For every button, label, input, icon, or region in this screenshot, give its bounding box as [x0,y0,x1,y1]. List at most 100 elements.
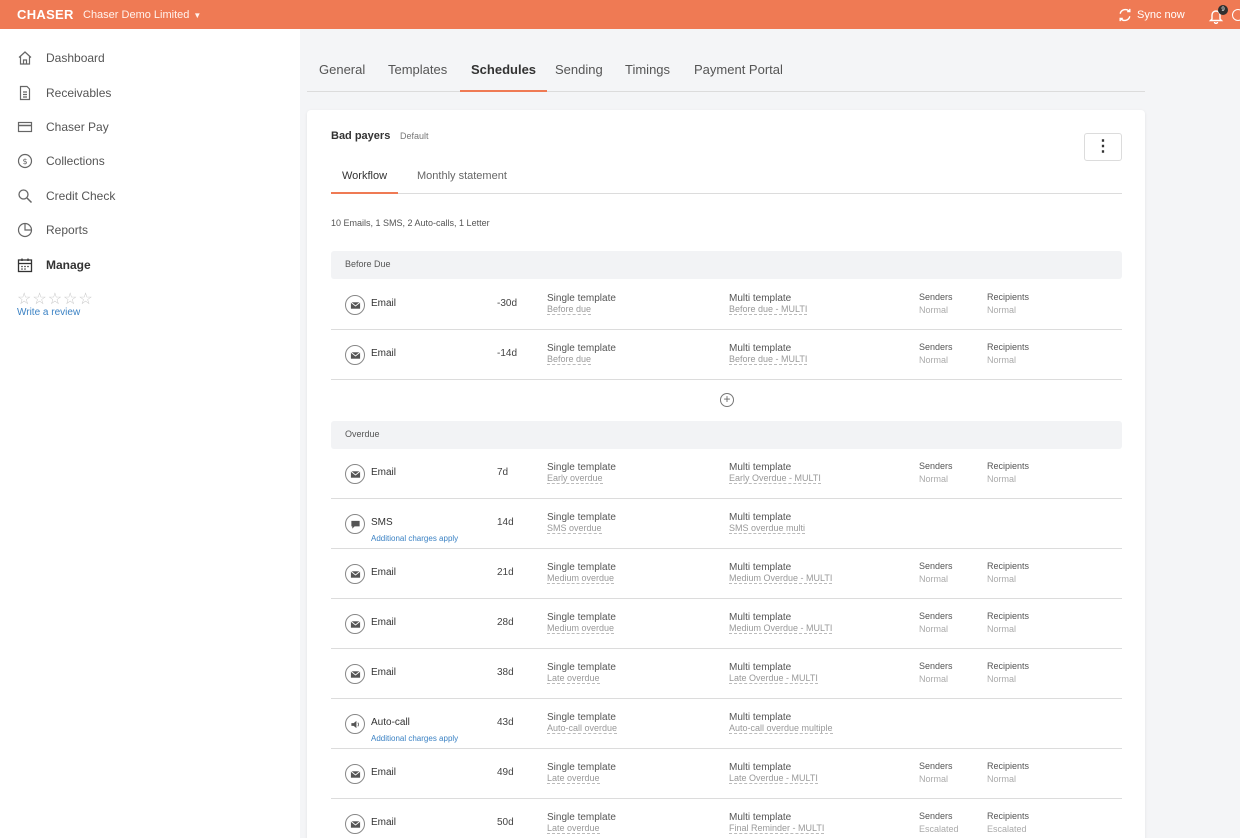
sidebar-item-reports[interactable]: Reports [17,221,88,239]
multi-template-link[interactable]: SMS overdue multi [729,523,806,534]
schedule-row[interactable]: Auto-call Additional charges apply 43d S… [331,699,1122,749]
recipients-label: Recipients [987,811,1030,821]
schedule-row[interactable]: Email -30d Single template Before due Mu… [331,280,1122,330]
notifications-button[interactable]: 9 [1208,5,1228,24]
schedule-row[interactable]: Email 21d Single template Medium overdue… [331,549,1122,599]
multi-template-label: Multi template [729,662,792,673]
single-template-label: Single template [547,562,616,573]
email-icon [345,614,365,634]
multi-template-link[interactable]: Final Reminder - MULTI [729,823,825,834]
tab-timings[interactable]: Timings [625,62,670,92]
sync-now-button[interactable]: Sync now [1118,8,1185,22]
sidebar-item-dashboard[interactable]: Dashboard [17,49,105,67]
sidebar-item-credit-check[interactable]: Credit Check [17,187,115,205]
sidebar-item-chaser-pay[interactable]: Chaser Pay [17,118,109,136]
sidebar: Dashboard Receivables Chaser Pay $ Colle… [0,29,300,838]
step-day-offset: 7d [497,467,509,478]
single-template-label: Single template [547,662,616,673]
tab-workflow[interactable]: Workflow [331,170,399,194]
sidebar-item-label: Reports [46,223,89,237]
senders-label: Senders [919,561,953,571]
senders-label: Senders [919,661,953,671]
multi-template-link[interactable]: Medium Overdue - MULTI [729,623,833,634]
schedule-card: Bad payers Default ⋮ Workflow Monthly st… [307,110,1145,838]
senders-label: Senders [919,761,953,771]
write-review-link[interactable]: Write a review [17,307,80,318]
schedule-row[interactable]: Email 49d Single template Late overdue M… [331,749,1122,799]
sidebar-item-manage[interactable]: Manage [17,256,91,274]
senders-value: Normal [919,674,949,684]
dollar-circle-icon: $ [17,153,33,169]
multi-template-link[interactable]: Late Overdue - MULTI [729,673,818,684]
schedule-row[interactable]: Email -14d Single template Before due Mu… [331,330,1122,380]
multi-template-link[interactable]: Early Overdue - MULTI [729,473,821,484]
step-type: SMS [371,517,393,528]
schedule-row[interactable]: Email 7d Single template Early overdue M… [331,449,1122,499]
multi-template-label: Multi template [729,293,792,304]
chevron-down-icon: ▼ [193,11,202,20]
email-icon [345,564,365,584]
senders-value: Normal [919,774,949,784]
senders-label: Senders [919,461,953,471]
section-header-overdue: Overdue [331,421,1122,449]
tab-templates[interactable]: Templates [388,62,447,92]
single-template-link[interactable]: Late overdue [547,773,600,784]
recipients-value: Normal [987,574,1017,584]
sidebar-item-receivables[interactable]: Receivables [17,84,111,102]
settings-icon[interactable] [1232,9,1240,21]
single-template-link[interactable]: Auto-call overdue [547,723,618,734]
recipients-value: Normal [987,305,1017,315]
more-options-button[interactable]: ⋮ [1084,133,1122,161]
single-template-label: Single template [547,712,616,723]
multi-template-link[interactable]: Late Overdue - MULTI [729,773,818,784]
multi-template-label: Multi template [729,762,792,773]
multi-template-label: Multi template [729,812,792,823]
schedule-row[interactable]: SMS Additional charges apply 14d Single … [331,499,1122,549]
multi-template-link[interactable]: Before due - MULTI [729,354,808,365]
company-switcher[interactable]: Chaser Demo Limited ▼ [83,9,201,21]
single-template-link[interactable]: SMS overdue [547,523,602,534]
recipients-label: Recipients [987,292,1030,302]
multi-template-link[interactable]: Before due - MULTI [729,304,808,315]
search-icon [18,189,33,204]
multi-template-link[interactable]: Medium Overdue - MULTI [729,573,833,584]
schedule-row[interactable]: Email 28d Single template Medium overdue… [331,599,1122,649]
multi-template-label: Multi template [729,462,792,473]
email-icon [345,295,365,315]
tab-payment-portal[interactable]: Payment Portal [694,62,783,92]
sms-icon [345,514,365,534]
credit-card-icon [17,121,33,133]
sidebar-item-label: Credit Check [46,189,116,203]
add-step-button[interactable]: + [720,393,734,407]
multi-template-link[interactable]: Auto-call overdue multiple [729,723,833,734]
tab-monthly-statement[interactable]: Monthly statement [417,170,507,194]
schedule-row[interactable]: Email 50d Single template Late overdue M… [331,799,1122,838]
single-template-link[interactable]: Late overdue [547,673,600,684]
step-day-offset: -14d [497,348,518,359]
rating-stars[interactable]: ☆☆☆☆☆ [17,289,94,309]
recipients-label: Recipients [987,611,1030,621]
chaser-logo[interactable]: CHASER [17,7,74,22]
single-template-link[interactable]: Early overdue [547,473,603,484]
single-template-label: Single template [547,293,616,304]
step-type: Email [371,467,397,478]
tab-general[interactable]: General [319,62,365,92]
schedule-subtabs: Workflow Monthly statement [331,160,1122,194]
single-template-link[interactable]: Before due [547,354,592,365]
single-template-link[interactable]: Medium overdue [547,623,615,634]
senders-value: Normal [919,305,949,315]
schedule-row[interactable]: Email 38d Single template Late overdue M… [331,649,1122,699]
multi-template-label: Multi template [729,512,792,523]
tab-schedules[interactable]: Schedules [460,62,548,92]
sidebar-item-collections[interactable]: $ Collections [17,152,105,170]
sidebar-item-label: Manage [46,258,91,272]
sync-icon [1119,8,1131,22]
senders-label: Senders [919,342,953,352]
single-template-link[interactable]: Medium overdue [547,573,615,584]
single-template-link[interactable]: Before due [547,304,592,315]
tab-sending[interactable]: Sending [555,62,603,92]
single-template-link[interactable]: Late overdue [547,823,600,834]
step-type: Auto-call [371,717,410,728]
single-template-label: Single template [547,462,616,473]
company-name: Chaser Demo Limited [83,9,190,21]
